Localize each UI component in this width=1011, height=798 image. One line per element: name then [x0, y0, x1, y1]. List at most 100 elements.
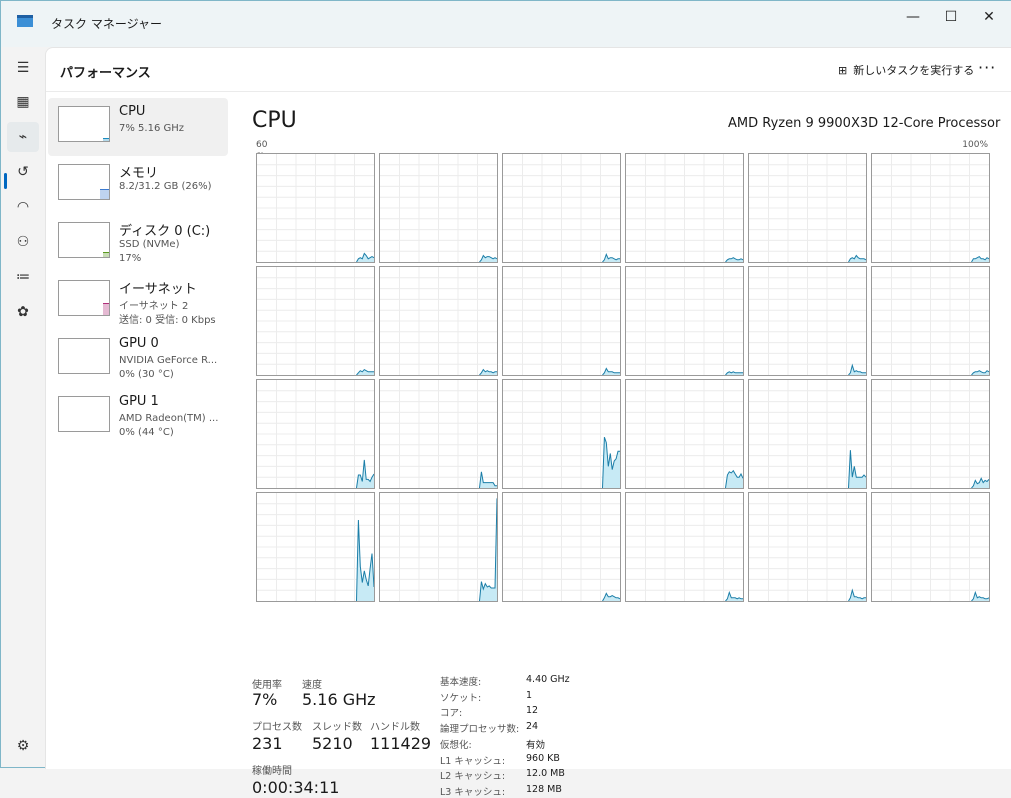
core-usage-chart [626, 493, 743, 602]
core-usage-chart [626, 267, 743, 376]
item-detail: SSD (NVMe) [119, 239, 180, 250]
usage-label: 使用率 [252, 680, 282, 691]
run-new-task-button[interactable]: ⊞ 新しいタスクを実行する [838, 62, 974, 78]
core-graph [748, 492, 867, 602]
settings-icon[interactable]: ⚙ [7, 731, 39, 761]
performance-icon[interactable]: ⌁ [7, 122, 39, 152]
sidebar-item[interactable]: イーサネット イーサネット 2 送信: 0 受信: 0 Kbps [48, 272, 228, 330]
sidebar-item[interactable]: CPU 7% 5.16 GHz [48, 98, 228, 156]
uptime-label: 稼働時間 [252, 766, 292, 777]
core-usage-chart [380, 493, 498, 602]
core-graph [256, 379, 375, 489]
app-history-icon[interactable]: ↺ [7, 157, 39, 187]
processes-icon[interactable]: ▦ [7, 87, 39, 117]
core-usage-chart [872, 380, 990, 489]
core-graph [625, 266, 744, 376]
threads-value: 5210 [312, 734, 353, 753]
core-graph [871, 379, 990, 489]
item-detail: NVIDIA GeForce R... [119, 355, 218, 366]
core-graph [871, 153, 990, 263]
item-name: メモリ [119, 166, 159, 181]
item-name: ディスク 0 (C:) [119, 224, 211, 239]
page-title: パフォーマンス [60, 66, 151, 81]
core-usage-chart [257, 380, 375, 489]
startup-icon[interactable]: ◠ [7, 192, 39, 222]
core-graphs [256, 153, 990, 603]
item-name: GPU 0 [119, 336, 159, 351]
item-name: イーサネット [119, 282, 197, 297]
spec-value: 12.0 MB [526, 768, 565, 780]
spec-value: 128 MB [526, 783, 562, 795]
sidebar-item[interactable]: GPU 0 NVIDIA GeForce R... 0% (30 °C) [48, 330, 228, 388]
content-area: パフォーマンス ⊞ 新しいタスクを実行する ··· CPU 7% 5.16 GHz… [45, 47, 1011, 798]
core-graph [502, 153, 621, 263]
mini-graph [58, 280, 110, 316]
core-graph [256, 153, 375, 263]
core-graph [625, 379, 744, 489]
sidebar-item[interactable]: ディスク 0 (C:) SSD (NVMe) 17% [48, 214, 228, 272]
minimize-button[interactable]: — [893, 5, 933, 29]
core-usage-chart [380, 267, 497, 376]
core-usage-chart [257, 267, 374, 376]
sidebar-item[interactable]: メモリ 8.2/31.2 GB (26%) [48, 156, 228, 214]
new-task-icon: ⊞ [838, 63, 848, 77]
item-name: CPU [119, 104, 146, 119]
core-usage-chart [503, 380, 620, 489]
item-detail: 7% 5.16 GHz [119, 123, 185, 134]
core-graph [379, 492, 498, 602]
mini-graph-fill [103, 303, 109, 315]
more-options-button[interactable]: ··· [978, 58, 996, 77]
uptime-value: 0:00:34:11 [252, 778, 340, 797]
services-icon[interactable]: ✿ [7, 297, 39, 327]
mini-graph [58, 106, 110, 142]
item-detail: イーサネット 2 [119, 301, 189, 312]
core-graph [256, 492, 375, 602]
processes-label: プロセス数 [252, 722, 302, 733]
core-graph [871, 266, 990, 376]
core-usage-chart [749, 380, 867, 489]
sidebar-item[interactable]: GPU 1 AMD Radeon(TM) ... 0% (44 °C) [48, 388, 228, 446]
speed-value: 5.16 GHz [302, 690, 376, 709]
core-usage-chart [749, 493, 866, 602]
core-usage-chart [380, 154, 498, 263]
handles-value: 111429 [370, 734, 432, 753]
users-icon[interactable]: ⚇ [7, 227, 39, 257]
core-usage-chart [503, 267, 620, 376]
core-graph [256, 266, 375, 376]
core-usage-chart [872, 267, 990, 376]
usage-value: 7% [252, 690, 278, 709]
core-usage-chart [503, 493, 621, 602]
item-detail: AMD Radeon(TM) ... [119, 413, 219, 424]
graph-max-label: 100% [962, 140, 988, 150]
menu-icon[interactable]: ☰ [7, 53, 39, 83]
cpu-heading: CPU [252, 108, 297, 133]
core-usage-chart [626, 380, 744, 489]
app-icon [17, 15, 33, 27]
item-name: GPU 1 [119, 394, 159, 409]
spec-value: 24 [526, 721, 539, 733]
spec-value: 1 [526, 689, 533, 701]
processes-value: 231 [252, 734, 283, 753]
usage-line [479, 498, 498, 602]
spec-label: 基本速度: [440, 677, 482, 688]
core-usage-chart [872, 493, 990, 602]
spec-label: 仮想化: [440, 739, 472, 751]
core-usage-chart [749, 267, 866, 376]
maximize-button[interactable]: ☐ [931, 5, 971, 29]
details-icon[interactable]: ≔ [7, 262, 39, 292]
item-detail-2: 0% (30 °C) [119, 369, 174, 380]
core-graph [625, 153, 744, 263]
core-usage-chart [257, 493, 375, 602]
item-detail-2: 0% (44 °C) [119, 427, 174, 438]
core-graph [871, 492, 990, 602]
core-usage-chart [380, 380, 497, 489]
title-bar: タスク マネージャー — ☐ ✕ [1, 1, 1011, 47]
core-graph [625, 492, 744, 602]
cpu-model: AMD Ryzen 9 9900X3D 12-Core Processor [728, 116, 1001, 131]
mini-graph-fill [103, 138, 109, 141]
item-detail-2: 17% [119, 253, 142, 264]
threads-label: スレッド数 [312, 722, 362, 733]
window-title: タスク マネージャー [51, 17, 162, 31]
performance-sidebar: CPU 7% 5.16 GHz メモリ 8.2/31.2 GB (26%) ディ… [48, 98, 228, 446]
close-button[interactable]: ✕ [969, 5, 1009, 29]
